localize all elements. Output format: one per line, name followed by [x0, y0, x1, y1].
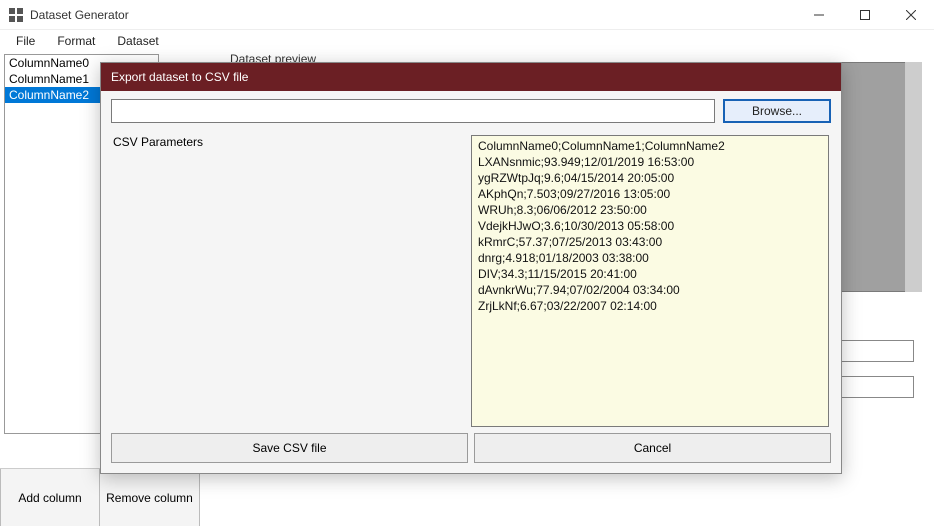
menu-file[interactable]: File	[6, 32, 45, 50]
csv-parameters-label: CSV Parameters	[113, 135, 203, 149]
close-button[interactable]	[888, 0, 934, 29]
dialog-title: Export dataset to CSV file	[101, 63, 841, 91]
add-column-button[interactable]: Add column	[0, 469, 100, 526]
app-icon	[8, 7, 24, 23]
window-title: Dataset Generator	[30, 8, 796, 22]
csv-preview[interactable]: ColumnName0;ColumnName1;ColumnName2 LXAN…	[471, 135, 829, 427]
export-dialog: Export dataset to CSV file Browse... CSV…	[100, 62, 842, 474]
preview-scrollbar[interactable]	[905, 62, 922, 292]
remove-column-button[interactable]: Remove column	[100, 469, 200, 526]
remove-column-label: Remove column	[106, 491, 193, 505]
minimize-button[interactable]	[796, 0, 842, 29]
menubar: File Format Dataset	[0, 30, 934, 52]
window-titlebar: Dataset Generator	[0, 0, 934, 30]
cancel-label: Cancel	[634, 441, 671, 455]
menu-format[interactable]: Format	[47, 32, 105, 50]
browse-button[interactable]: Browse...	[723, 99, 831, 123]
maximize-button[interactable]	[842, 0, 888, 29]
cancel-button[interactable]: Cancel	[474, 433, 831, 463]
menu-dataset[interactable]: Dataset	[107, 32, 168, 50]
add-column-label: Add column	[18, 491, 81, 505]
browse-label: Browse...	[752, 104, 802, 118]
save-csv-label: Save CSV file	[252, 441, 326, 455]
file-path-input[interactable]	[111, 99, 715, 123]
save-csv-button[interactable]: Save CSV file	[111, 433, 468, 463]
